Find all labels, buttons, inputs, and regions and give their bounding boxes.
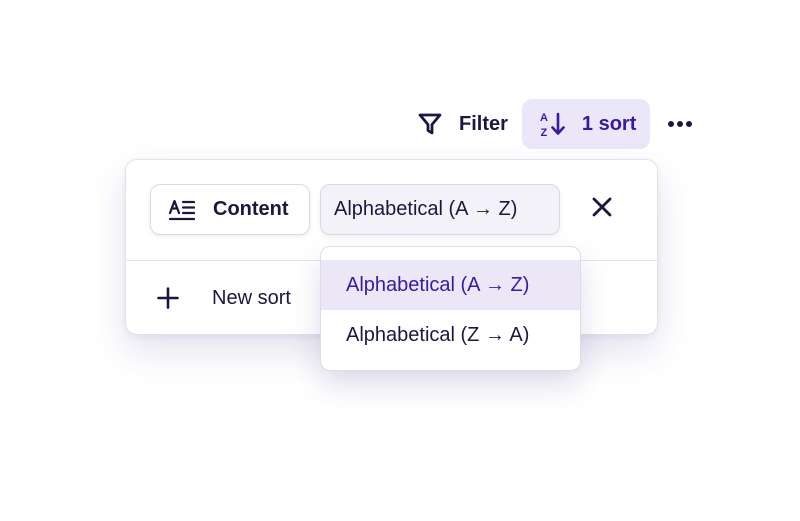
close-icon [591,196,613,223]
sort-field-chip[interactable]: Content [150,184,310,235]
svg-text:Z: Z [540,127,547,139]
view-toolbar: Filter A Z 1 sort [405,99,698,149]
remove-sort-button[interactable] [589,196,615,222]
plus-icon [156,286,180,310]
more-options-button[interactable] [662,106,698,142]
sort-order-option-a-z[interactable]: Alphabetical (A → Z) [321,260,580,310]
sort-order-dropdown: Alphabetical (A → Z) Alphabetical (Z → A… [320,246,581,371]
sort-button[interactable]: A Z 1 sort [521,99,651,149]
sort-rule-row: Content Alphabetical (A → Z) [150,184,560,235]
sort-order-label: Alphabetical (A → Z) [334,198,518,220]
filter-button[interactable]: Filter [405,99,520,149]
sort-count-label: 1 sort [581,112,637,135]
new-sort-label: New sort [212,286,291,309]
sort-az-icon: A Z [538,109,568,139]
more-horizontal-icon [667,115,693,133]
text-field-icon [169,199,195,221]
sort-field-label: Content [213,198,289,220]
new-sort-button[interactable]: New sort [156,278,291,318]
stage: Filter A Z 1 sort Content Alphabetical (… [0,0,800,521]
svg-text:A: A [540,112,548,124]
sort-order-option-z-a[interactable]: Alphabetical (Z → A) [321,310,580,360]
filter-funnel-icon [417,111,443,137]
filter-label: Filter [459,112,508,135]
sort-order-chip[interactable]: Alphabetical (A → Z) [320,184,560,235]
